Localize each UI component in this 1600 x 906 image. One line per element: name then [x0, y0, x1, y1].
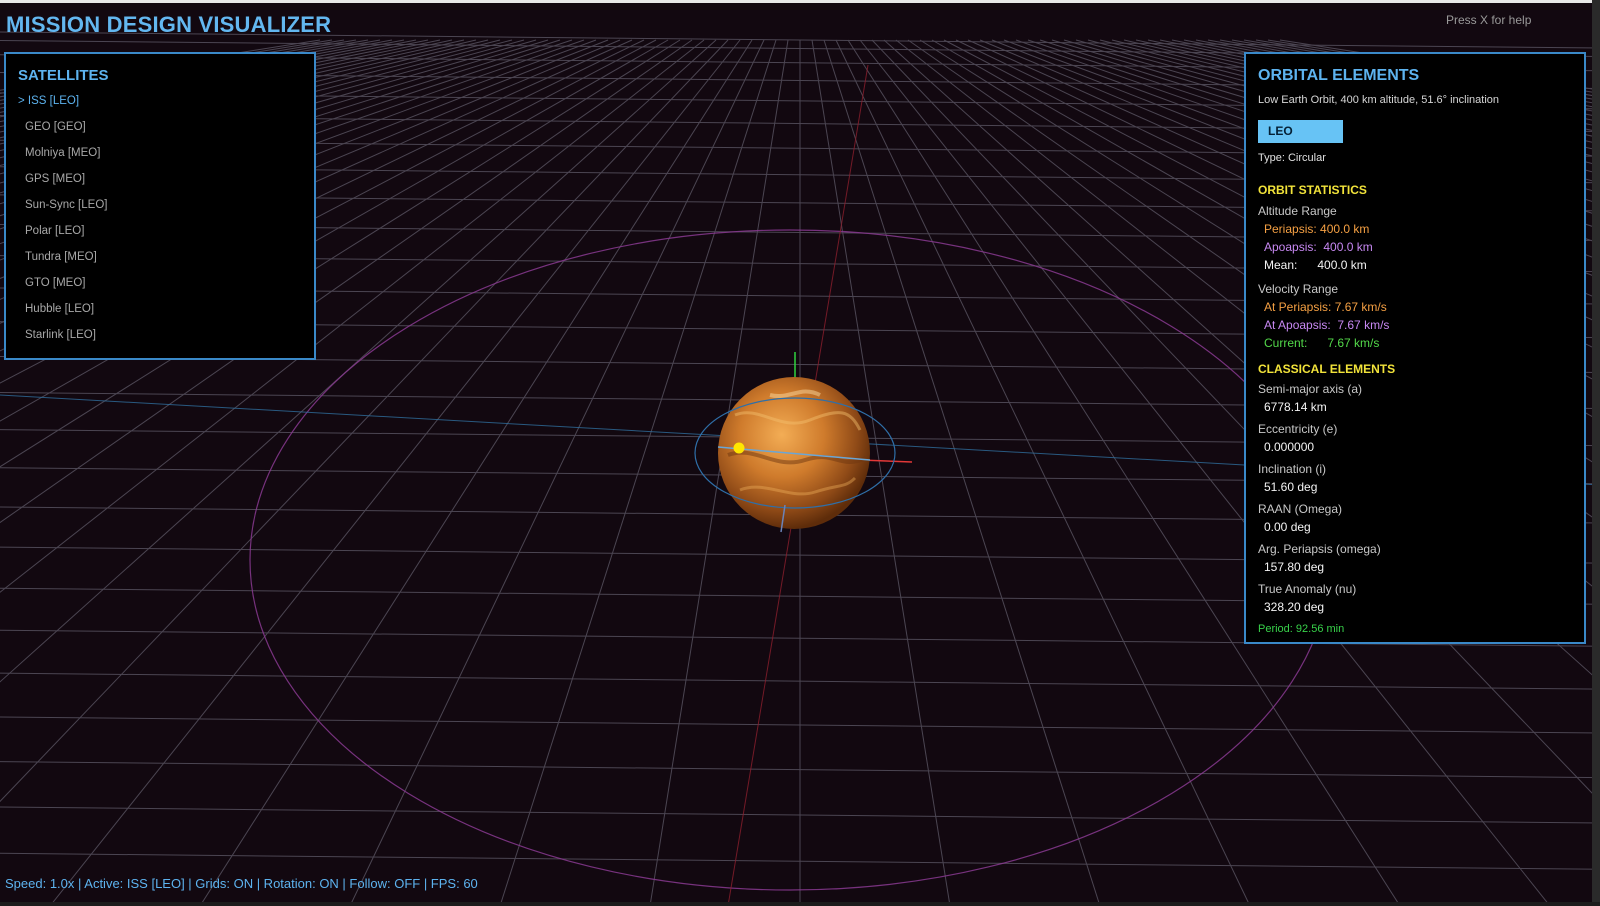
- eccentricity-value: 0.000000: [1264, 440, 1315, 454]
- satellite-item-hubble[interactable]: Hubble [LEO]: [18, 300, 107, 326]
- orbit-class-badge: LEO: [1258, 120, 1343, 143]
- satellite-item-starlink[interactable]: Starlink [LEO]: [18, 326, 107, 352]
- classical-elements-heading: CLASSICAL ELEMENTS: [1258, 362, 1396, 376]
- app-title: MISSION DESIGN VISUALIZER: [6, 12, 332, 37]
- raan-value: 0.00 deg: [1264, 520, 1311, 534]
- satellites-panel: SATELLITES > ISS [LEO] GEO [GEO] Molniya…: [4, 52, 316, 360]
- satellite-item-sun-sync[interactable]: Sun-Sync [LEO]: [18, 196, 107, 222]
- window-top-edge: [0, 0, 1600, 3]
- semi-major-axis-label: Semi-major axis (a): [1258, 382, 1363, 396]
- window-scrollbar[interactable]: [1592, 0, 1600, 906]
- true-anomaly-value: 328.20 deg: [1264, 600, 1325, 614]
- inclination-label: Inclination (i): [1258, 462, 1327, 476]
- orbital-period: Period: 92.56 min: [1258, 623, 1345, 635]
- mean-altitude: Mean: 400.0 km: [1264, 258, 1367, 272]
- apoapsis-altitude: Apoapsis: 400.0 km: [1264, 240, 1373, 254]
- apoapsis-velocity: At Apoapsis: 7.67 km/s: [1264, 318, 1390, 332]
- true-anomaly-label: True Anomaly (nu): [1258, 582, 1357, 596]
- raan-label: RAAN (Omega): [1258, 502, 1343, 516]
- satellite-list: > ISS [LEO] GEO [GEO] Molniya [MEO] GPS …: [18, 92, 107, 352]
- arg-periapsis-label: Arg. Periapsis (omega): [1258, 542, 1381, 556]
- velocity-range-label: Velocity Range: [1258, 282, 1339, 296]
- current-velocity: Current: 7.67 km/s: [1264, 336, 1380, 350]
- orbit-type: Type: Circular: [1258, 152, 1326, 164]
- satellite-item-polar[interactable]: Polar [LEO]: [18, 222, 107, 248]
- orbital-elements-panel: ORBITAL ELEMENTS Low Earth Orbit, 400 km…: [1244, 52, 1586, 644]
- window-bottom-edge: [0, 902, 1600, 906]
- semi-major-axis-value: 6778.14 km: [1264, 400, 1327, 414]
- satellite-marker-icon[interactable]: [733, 442, 745, 454]
- satellite-item-gto[interactable]: GTO [MEO]: [18, 274, 107, 300]
- eccentricity-label: Eccentricity (e): [1258, 422, 1338, 436]
- orbit-statistics-heading: ORBIT STATISTICS: [1258, 183, 1367, 197]
- periapsis-altitude: Periapsis: 400.0 km: [1264, 222, 1370, 236]
- altitude-range-label: Altitude Range: [1258, 204, 1337, 218]
- satellites-title: SATELLITES: [18, 67, 109, 84]
- orbital-elements-title: ORBITAL ELEMENTS: [1258, 67, 1420, 84]
- help-hint: Press X for help: [1446, 13, 1532, 27]
- arg-periapsis-value: 157.80 deg: [1264, 560, 1325, 574]
- satellite-item-geo[interactable]: GEO [GEO]: [18, 118, 107, 144]
- inclination-value: 51.60 deg: [1264, 480, 1318, 494]
- satellite-item-gps[interactable]: GPS [MEO]: [18, 170, 107, 196]
- satellite-item-iss[interactable]: > ISS [LEO]: [18, 92, 107, 118]
- satellite-item-molniya[interactable]: Molniya [MEO]: [18, 144, 107, 170]
- status-bar: Speed: 1.0x | Active: ISS [LEO] | Grids:…: [5, 876, 478, 891]
- orbit-description: Low Earth Orbit, 400 km altitude, 51.6° …: [1258, 94, 1500, 106]
- periapsis-velocity: At Periapsis: 7.67 km/s: [1264, 300, 1387, 314]
- satellite-item-tundra[interactable]: Tundra [MEO]: [18, 248, 107, 274]
